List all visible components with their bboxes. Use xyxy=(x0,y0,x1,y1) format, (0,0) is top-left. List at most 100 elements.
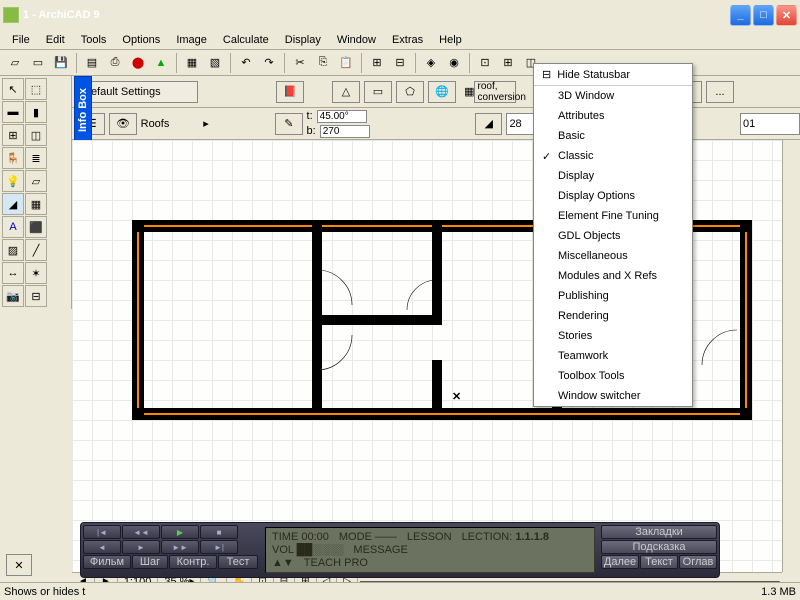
tool-icon[interactable]: ⊟ xyxy=(389,52,411,74)
arrow-tool-icon[interactable]: ↖ xyxy=(2,78,24,100)
pencil-icon[interactable]: ✎ xyxy=(275,113,302,135)
menu-tools[interactable]: Tools xyxy=(73,32,115,48)
player-next-button[interactable]: Далее xyxy=(601,555,639,569)
paste-icon[interactable]: 📋 xyxy=(335,52,357,74)
player-contr-button[interactable]: Контр. xyxy=(169,555,217,569)
player-stop-icon[interactable]: ■ xyxy=(200,525,238,539)
geometry-icon[interactable]: ⬠ xyxy=(396,81,424,103)
player-hint-button[interactable]: Подсказка xyxy=(601,540,717,554)
menu-item-window-switcher[interactable]: Window switcher xyxy=(534,386,692,406)
player-back-icon[interactable]: ◄ xyxy=(83,540,121,554)
window-tool-icon[interactable]: ⊞ xyxy=(2,124,24,146)
menu-window[interactable]: Window xyxy=(329,32,384,48)
menu-image[interactable]: Image xyxy=(168,32,215,48)
align-icon[interactable]: ⊞ xyxy=(366,52,388,74)
menu-item-display[interactable]: Display xyxy=(534,166,692,186)
menu-item-rendering[interactable]: Rendering xyxy=(534,306,692,326)
menu-item-basic[interactable]: Basic xyxy=(534,126,692,146)
tool-icon[interactable]: ⊡ xyxy=(474,52,496,74)
player-text-button[interactable]: Текст xyxy=(640,555,678,569)
roof-label[interactable]: ▦ roof, conversion xyxy=(474,81,516,103)
column-tool-icon[interactable]: ▮ xyxy=(25,101,47,123)
stair-tool-icon[interactable]: ≣ xyxy=(25,147,47,169)
menu-extras[interactable]: Extras xyxy=(384,32,431,48)
player-ff-icon[interactable]: ►► xyxy=(161,540,199,554)
menu-item-classic[interactable]: Classic xyxy=(534,146,692,166)
angle-b-input[interactable] xyxy=(320,125,370,138)
wall-tool-icon[interactable]: ▬ xyxy=(2,101,24,123)
tool-icon[interactable]: ▧ xyxy=(204,52,226,74)
menu-hide-statusbar[interactable]: ⊟ Hide Statusbar xyxy=(534,64,692,86)
section-tool-icon[interactable]: ⊟ xyxy=(25,285,47,307)
maximize-button[interactable]: □ xyxy=(753,5,774,26)
menu-item-attributes[interactable]: Attributes xyxy=(534,106,692,126)
lamp-tool-icon[interactable]: 💡 xyxy=(2,170,24,192)
angle-t-input[interactable] xyxy=(317,110,367,123)
marquee-tool-icon[interactable]: ⬚ xyxy=(25,78,47,100)
minimize-button[interactable]: _ xyxy=(730,5,751,26)
menu-item-3d-window[interactable]: 3D Window xyxy=(534,86,692,106)
eye-icon[interactable]: 👁 xyxy=(109,113,136,135)
door-tool-icon[interactable]: ◫ xyxy=(25,124,47,146)
object-tool-icon[interactable]: 🪑 xyxy=(2,147,24,169)
line-tool-icon[interactable]: ╱ xyxy=(25,239,47,261)
geometry-icon[interactable]: △ xyxy=(332,81,360,103)
close-button[interactable]: ✕ xyxy=(776,5,797,26)
mesh-tool-icon[interactable]: ▦ xyxy=(25,193,47,215)
num-input-2[interactable] xyxy=(740,113,800,135)
menu-edit[interactable]: Edit xyxy=(38,32,73,48)
player-step-button[interactable]: Шаг xyxy=(132,555,168,569)
save-icon[interactable]: 💾 xyxy=(50,52,72,74)
green-tool-icon[interactable]: ▲ xyxy=(150,52,172,74)
player-prev-icon[interactable]: |◄ xyxy=(83,525,121,539)
menu-calculate[interactable]: Calculate xyxy=(215,32,277,48)
tool-icon[interactable]: ◈ xyxy=(420,52,442,74)
corner-x-button[interactable]: ✕ xyxy=(6,554,32,576)
red-tool-icon[interactable]: ⬤ xyxy=(127,52,149,74)
menu-display[interactable]: Display xyxy=(277,32,329,48)
new-icon[interactable]: ▱ xyxy=(4,52,26,74)
infobox-tab[interactable]: Info Box xyxy=(74,76,92,144)
hotspot-tool-icon[interactable]: ✶ xyxy=(25,262,47,284)
menu-item-modules-and-x-refs[interactable]: Modules and X Refs xyxy=(534,266,692,286)
tool-icon[interactable]: ▦ xyxy=(181,52,203,74)
player-fwd-icon[interactable]: ► xyxy=(122,540,160,554)
menu-item-element-fine-tuning[interactable]: Element Fine Tuning xyxy=(534,206,692,226)
print-icon[interactable]: ⎙ xyxy=(104,52,126,74)
player-bookmarks-button[interactable]: Закладки xyxy=(601,525,717,539)
plotmaker-icon[interactable]: ▤ xyxy=(81,52,103,74)
vertical-scrollbar[interactable] xyxy=(782,140,800,572)
menu-help[interactable]: Help xyxy=(431,32,470,48)
player-film-button[interactable]: Фильм xyxy=(83,555,131,569)
menu-item-teamwork[interactable]: Teamwork xyxy=(534,346,692,366)
copy-icon[interactable]: ⎘ xyxy=(312,52,334,74)
undo-icon[interactable]: ↶ xyxy=(235,52,257,74)
text-tool-icon[interactable]: A xyxy=(2,216,24,238)
menu-item-gdl-objects[interactable]: GDL Objects xyxy=(534,226,692,246)
player-play-icon[interactable]: ▶ xyxy=(161,525,199,539)
menu-item-stories[interactable]: Stories xyxy=(534,326,692,346)
eraser-icon[interactable]: ◢ xyxy=(475,113,502,135)
menu-item-miscellaneous[interactable]: Miscellaneous xyxy=(534,246,692,266)
menu-item-toolbox-tools[interactable]: Toolbox Tools xyxy=(534,366,692,386)
player-test-button[interactable]: Тест xyxy=(218,555,258,569)
cut-icon[interactable]: ✂ xyxy=(289,52,311,74)
tool-icon[interactable]: ◉ xyxy=(443,52,465,74)
menu-item-publishing[interactable]: Publishing xyxy=(534,286,692,306)
menu-file[interactable]: File xyxy=(4,32,38,48)
slab-tool-icon[interactable]: ▱ xyxy=(25,170,47,192)
dim-tool-icon[interactable]: ↔ xyxy=(2,262,24,284)
more-button[interactable]: ... xyxy=(706,81,734,103)
redo-icon[interactable]: ↷ xyxy=(258,52,280,74)
player-rew-icon[interactable]: ◄◄ xyxy=(122,525,160,539)
tool-icon[interactable]: ⊞ xyxy=(497,52,519,74)
geometry-icon[interactable]: ▭ xyxy=(364,81,392,103)
player-toc-button[interactable]: Оглав xyxy=(679,555,717,569)
zone-tool-icon[interactable]: ⬛ xyxy=(25,216,47,238)
3d-icon[interactable]: 🌐 xyxy=(428,81,456,103)
menu-item-display-options[interactable]: Display Options xyxy=(534,186,692,206)
hatch-tool-icon[interactable]: ▨ xyxy=(2,239,24,261)
camera-tool-icon[interactable]: 📷 xyxy=(2,285,24,307)
player-next-icon[interactable]: ►| xyxy=(200,540,238,554)
default-settings-button[interactable]: Default Settings xyxy=(78,81,198,103)
